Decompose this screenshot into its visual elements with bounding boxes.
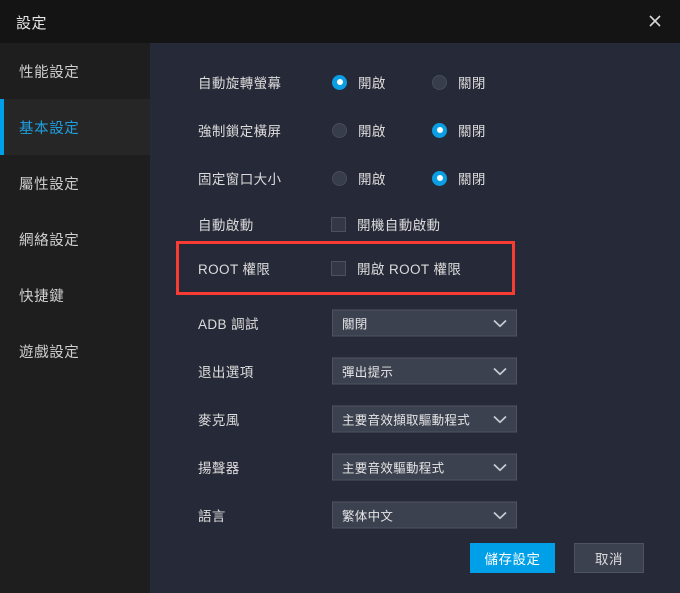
chevron-down-icon	[493, 463, 507, 471]
dropdown-value: 主要音效驅動程式	[342, 461, 445, 476]
save-button[interactable]: 儲存設定	[470, 543, 555, 573]
radio-label: 開啟	[358, 124, 386, 139]
settings-content: 自動旋轉螢幕 開啟 關閉 強制鎖定橫屏 開啟 關閉 固定窗口大小 開啟 關閉 自…	[150, 43, 680, 593]
radio-label: 關閉	[458, 76, 486, 91]
radio-auto-rotate-off[interactable]: 關閉	[432, 72, 486, 92]
checkbox-icon	[331, 260, 346, 276]
row-adb-debug: ADB 調試 關閉	[150, 299, 680, 347]
checkbox-label: 開機自動啟動	[357, 218, 441, 233]
checkbox-root-permission[interactable]: 開啟 ROOT 權限	[331, 258, 461, 278]
row-autostart: 自動啟動 開機自動啟動	[150, 200, 680, 248]
radio-fixed-window-off[interactable]: 關閉	[432, 168, 486, 188]
sidebar-item-basic[interactable]: 基本設定	[0, 99, 150, 155]
close-icon-glyph	[649, 15, 661, 27]
sidebar-item-label: 基本設定	[19, 120, 80, 137]
row-label: 退出選項	[198, 365, 254, 380]
sidebar-item-network[interactable]: 網絡設定	[0, 211, 150, 267]
radio-label: 關閉	[458, 172, 486, 187]
checkbox-icon	[331, 216, 346, 232]
row-label: ADB 調試	[198, 317, 259, 332]
row-language: 語言 繁体中文	[150, 491, 680, 539]
radio-selected-icon	[432, 122, 447, 138]
row-fixed-window-size: 固定窗口大小 開啟 關閉	[150, 154, 680, 202]
row-root-permission: ROOT 權限 開啟 ROOT 權限	[150, 244, 680, 292]
radio-force-landscape-on[interactable]: 開啟	[332, 120, 386, 140]
close-icon[interactable]	[638, 6, 672, 36]
row-label: 語言	[198, 509, 226, 524]
dropdown-language[interactable]: 繁体中文	[332, 501, 517, 529]
sidebar-item-label: 快捷鍵	[19, 288, 65, 305]
sidebar-item-performance[interactable]: 性能設定	[0, 43, 150, 99]
checkbox-label: 開啟 ROOT 權限	[357, 262, 462, 277]
row-auto-rotate: 自動旋轉螢幕 開啟 關閉	[150, 58, 680, 106]
chevron-down-icon	[493, 415, 507, 423]
sidebar-item-label: 屬性設定	[19, 176, 80, 193]
radio-label: 開啟	[358, 76, 386, 91]
sidebar-item-label: 網絡設定	[19, 232, 80, 249]
radio-unselected-icon	[332, 122, 347, 138]
row-label: ROOT 權限	[198, 262, 271, 277]
radio-force-landscape-off[interactable]: 關閉	[432, 120, 486, 140]
sidebar: 性能設定 基本設定 屬性設定 網絡設定 快捷鍵 遊戲設定	[0, 43, 150, 593]
window-title: 設定	[16, 15, 48, 32]
sidebar-item-shortcuts[interactable]: 快捷鍵	[0, 267, 150, 323]
dropdown-exit-option[interactable]: 彈出提示	[332, 357, 517, 385]
sidebar-item-properties[interactable]: 屬性設定	[0, 155, 150, 211]
checkbox-autostart[interactable]: 開機自動啟動	[331, 214, 440, 234]
radio-label: 開啟	[358, 172, 386, 187]
chevron-down-icon	[493, 319, 507, 327]
dropdown-value: 彈出提示	[342, 365, 394, 380]
row-speaker: 揚聲器 主要音效驅動程式	[150, 443, 680, 491]
title-bar: 設定	[0, 0, 680, 43]
radio-unselected-icon	[432, 74, 447, 90]
radio-selected-icon	[432, 170, 447, 186]
row-microphone: 麥克風 主要音效擷取驅動程式	[150, 395, 680, 443]
dropdown-microphone[interactable]: 主要音效擷取驅動程式	[332, 405, 517, 433]
chevron-down-icon	[493, 367, 507, 375]
cancel-button[interactable]: 取消	[574, 543, 644, 573]
settings-window: 設定 性能設定 基本設定 屬性設定 網絡設定 快捷鍵 遊戲設定 自動旋轉螢幕 開…	[0, 0, 680, 593]
dropdown-value: 繁体中文	[342, 509, 394, 524]
row-label: 麥克風	[198, 413, 240, 428]
radio-selected-icon	[332, 74, 347, 90]
sidebar-item-game[interactable]: 遊戲設定	[0, 323, 150, 379]
radio-label: 關閉	[458, 124, 486, 139]
dropdown-value: 主要音效擷取驅動程式	[342, 413, 471, 428]
row-label: 強制鎖定橫屏	[198, 124, 282, 139]
dropdown-value: 關閉	[342, 317, 368, 332]
dropdown-adb-debug[interactable]: 關閉	[332, 309, 517, 337]
dropdown-speaker[interactable]: 主要音效驅動程式	[332, 453, 517, 481]
row-label: 自動旋轉螢幕	[198, 76, 282, 91]
sidebar-item-label: 遊戲設定	[19, 344, 80, 361]
row-label: 固定窗口大小	[198, 172, 282, 187]
radio-fixed-window-on[interactable]: 開啟	[332, 168, 386, 188]
chevron-down-icon	[493, 511, 507, 519]
row-label: 揚聲器	[198, 461, 240, 476]
row-label: 自動啟動	[198, 218, 254, 233]
row-force-landscape: 強制鎖定橫屏 開啟 關閉	[150, 106, 680, 154]
radio-auto-rotate-on[interactable]: 開啟	[332, 72, 386, 92]
radio-unselected-icon	[332, 170, 347, 186]
sidebar-item-label: 性能設定	[19, 64, 80, 81]
row-exit-option: 退出選項 彈出提示	[150, 347, 680, 395]
